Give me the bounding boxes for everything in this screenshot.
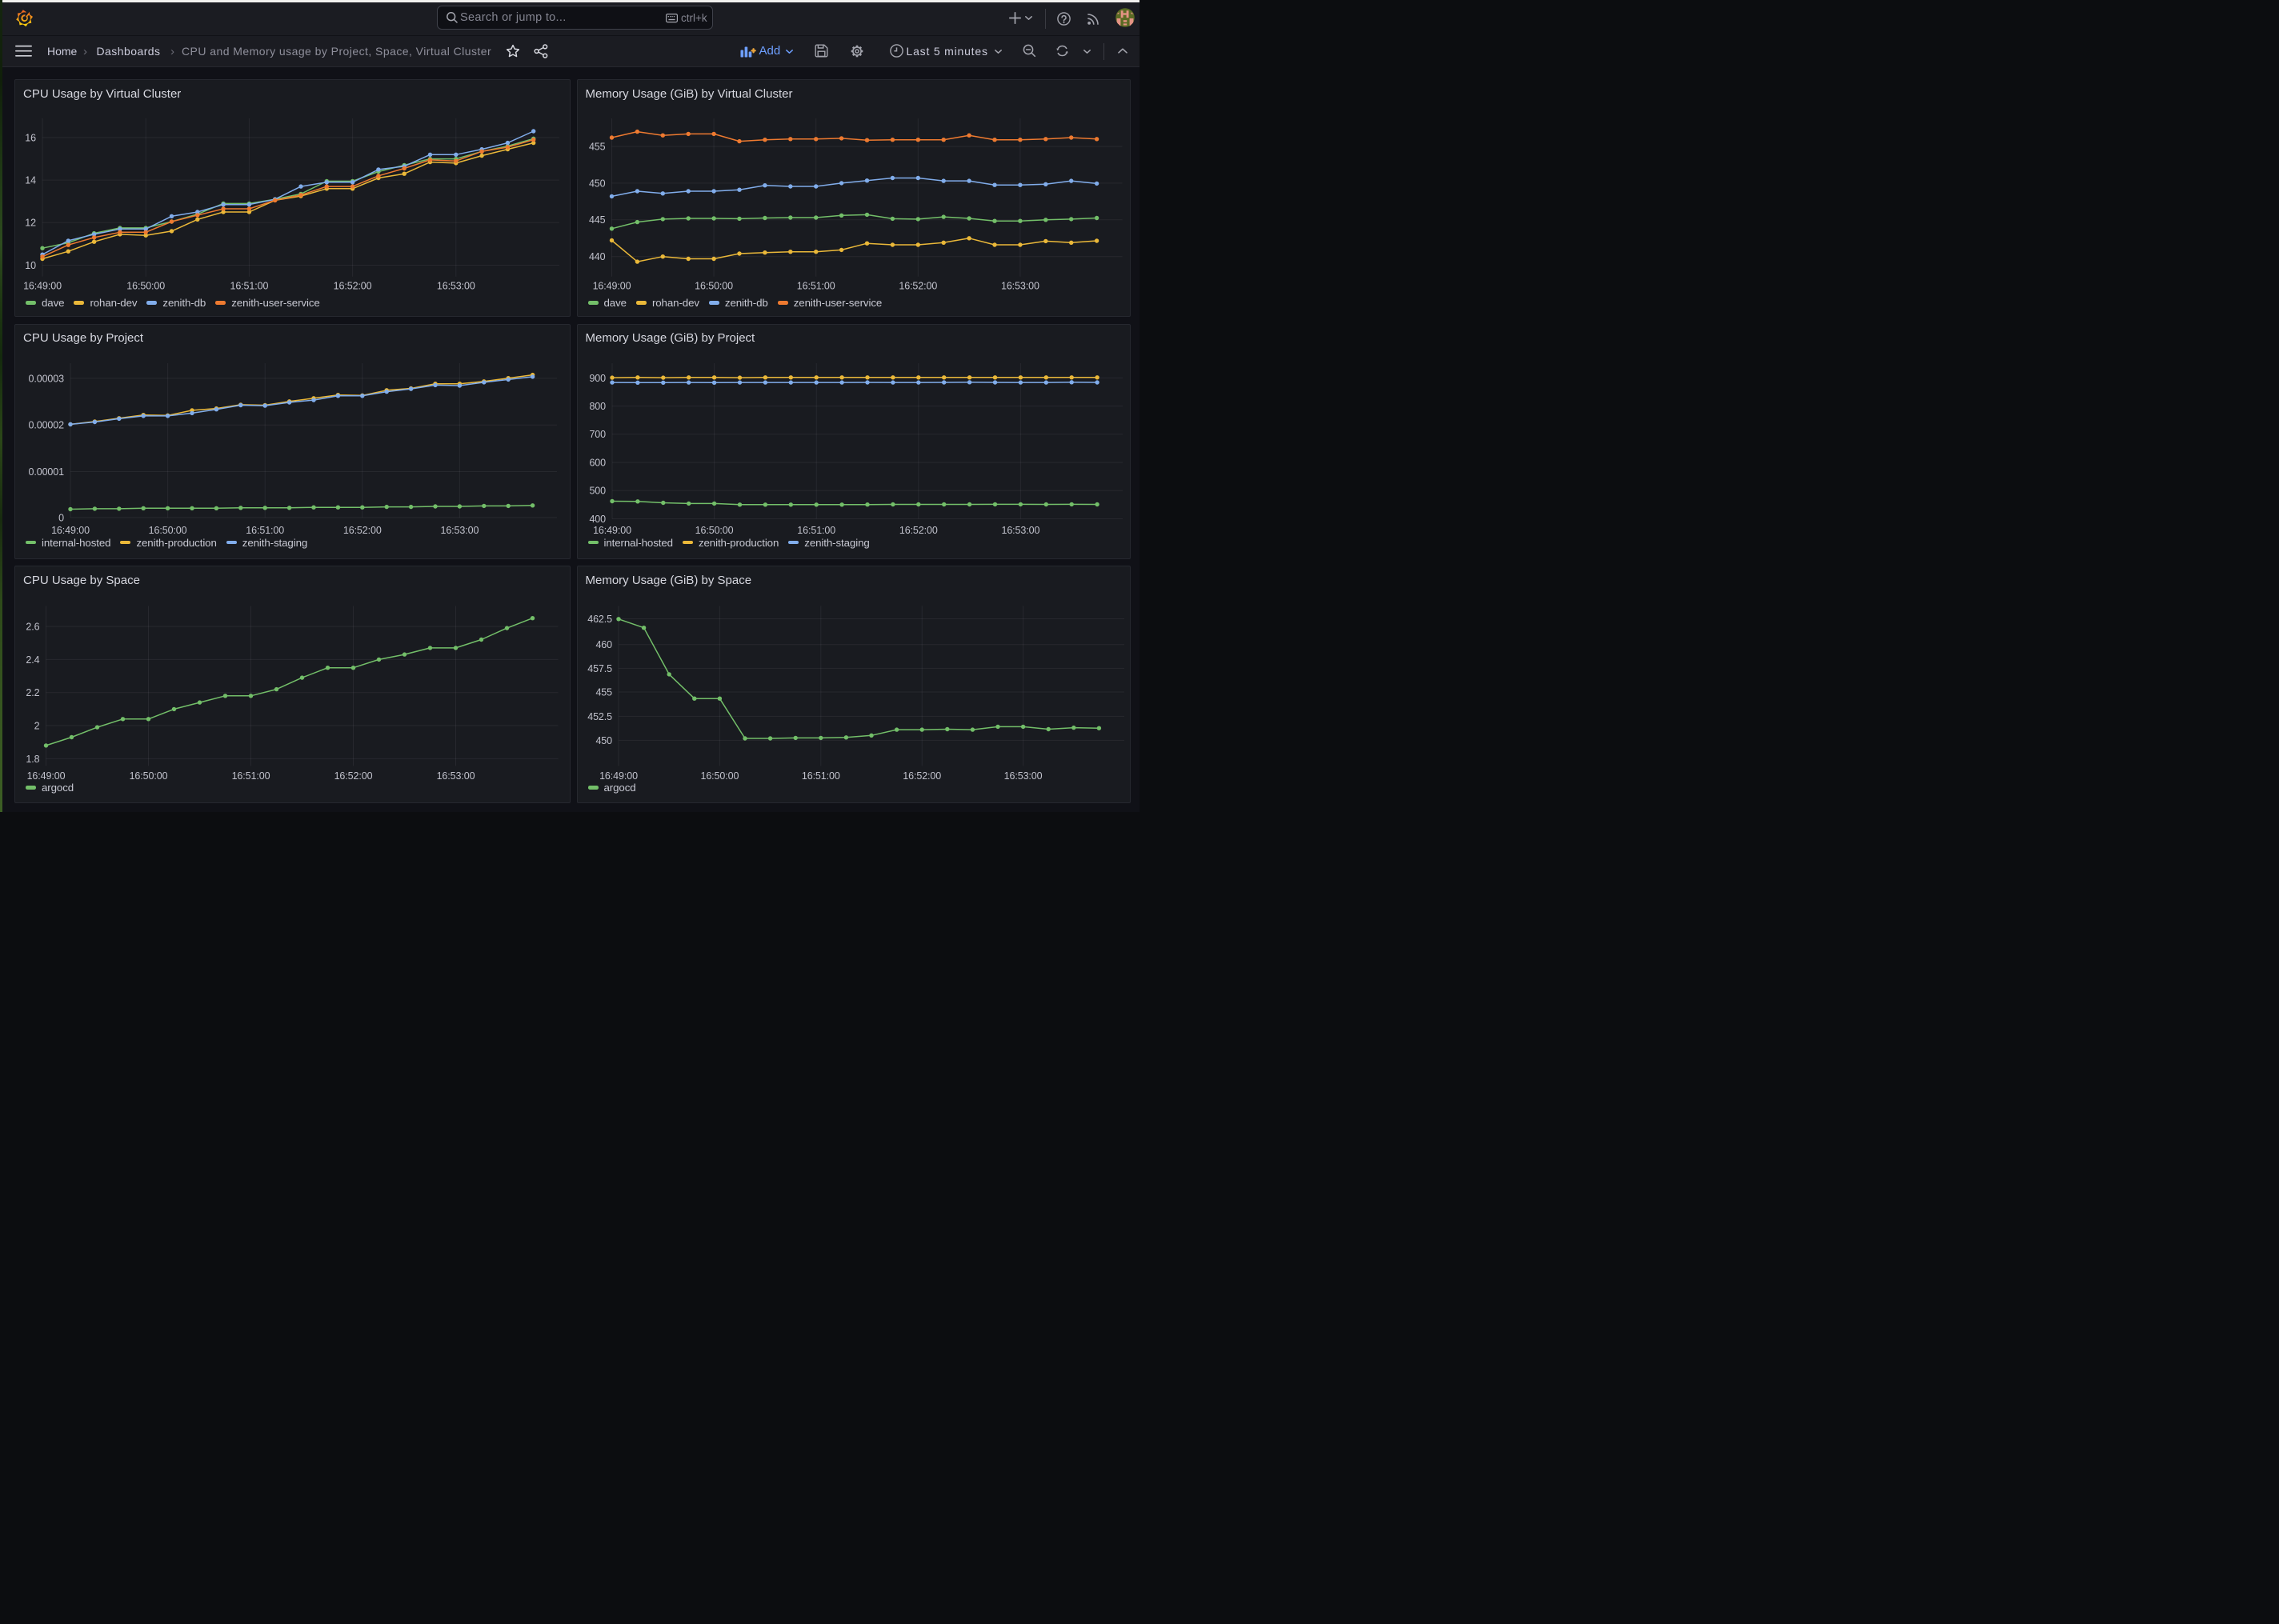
svg-text:16:53:00: 16:53:00	[1000, 280, 1039, 291]
svg-text:450: 450	[595, 735, 612, 746]
svg-text:16:52:00: 16:52:00	[343, 524, 382, 535]
svg-text:12: 12	[25, 218, 36, 229]
svg-text:16:50:00: 16:50:00	[149, 524, 187, 535]
svg-text:16:49:00: 16:49:00	[593, 524, 631, 535]
svg-text:16: 16	[25, 132, 36, 143]
svg-text:16:50:00: 16:50:00	[130, 770, 168, 782]
svg-text:462.5: 462.5	[587, 614, 612, 625]
svg-text:16:52:00: 16:52:00	[903, 770, 941, 782]
svg-text:10: 10	[25, 260, 36, 271]
svg-text:16:53:00: 16:53:00	[1003, 770, 1042, 782]
svg-text:445: 445	[588, 214, 605, 226]
svg-text:16:52:00: 16:52:00	[899, 280, 937, 291]
svg-text:0.00002: 0.00002	[29, 419, 65, 430]
svg-text:2.6: 2.6	[26, 621, 39, 632]
svg-text:452.5: 452.5	[587, 711, 612, 722]
svg-text:16:52:00: 16:52:00	[334, 280, 372, 291]
svg-text:16:51:00: 16:51:00	[232, 770, 270, 782]
svg-text:16:49:00: 16:49:00	[23, 280, 62, 291]
svg-text:16:49:00: 16:49:00	[592, 280, 631, 291]
svg-text:600: 600	[589, 457, 606, 468]
svg-text:0.00003: 0.00003	[29, 373, 65, 384]
svg-text:16:49:00: 16:49:00	[599, 770, 638, 782]
svg-text:16:52:00: 16:52:00	[334, 770, 373, 782]
svg-text:455: 455	[588, 141, 605, 152]
svg-text:900: 900	[589, 372, 606, 383]
svg-text:450: 450	[588, 178, 605, 189]
svg-text:16:53:00: 16:53:00	[440, 524, 479, 535]
svg-text:16:51:00: 16:51:00	[246, 524, 284, 535]
svg-text:0.00001: 0.00001	[29, 466, 65, 477]
svg-text:460: 460	[595, 639, 612, 650]
svg-text:14: 14	[25, 175, 36, 186]
svg-text:0: 0	[58, 512, 64, 523]
svg-text:16:50:00: 16:50:00	[700, 770, 739, 782]
svg-text:2.2: 2.2	[26, 687, 39, 698]
svg-text:16:51:00: 16:51:00	[797, 524, 835, 535]
svg-text:2: 2	[34, 720, 40, 731]
svg-text:16:51:00: 16:51:00	[796, 280, 835, 291]
svg-text:16:51:00: 16:51:00	[801, 770, 839, 782]
svg-text:16:51:00: 16:51:00	[230, 280, 268, 291]
svg-text:16:53:00: 16:53:00	[437, 770, 475, 782]
svg-text:440: 440	[588, 251, 605, 262]
svg-text:16:52:00: 16:52:00	[899, 524, 937, 535]
svg-text:16:50:00: 16:50:00	[695, 524, 733, 535]
svg-text:16:53:00: 16:53:00	[437, 280, 475, 291]
svg-text:16:53:00: 16:53:00	[1001, 524, 1039, 535]
svg-text:457.5: 457.5	[587, 663, 612, 674]
svg-text:2.4: 2.4	[26, 654, 39, 666]
svg-text:455: 455	[595, 686, 612, 698]
svg-text:500: 500	[589, 485, 606, 496]
svg-text:16:49:00: 16:49:00	[27, 770, 66, 782]
svg-text:800: 800	[589, 401, 606, 412]
svg-text:16:50:00: 16:50:00	[695, 280, 733, 291]
svg-text:16:49:00: 16:49:00	[51, 524, 90, 535]
svg-text:400: 400	[589, 513, 606, 524]
svg-text:700: 700	[589, 429, 606, 440]
svg-text:16:50:00: 16:50:00	[126, 280, 165, 291]
svg-text:1.8: 1.8	[26, 754, 39, 765]
